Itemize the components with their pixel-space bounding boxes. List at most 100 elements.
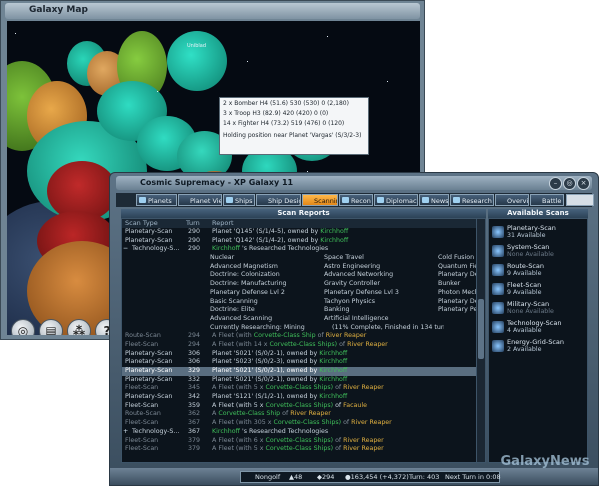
tab-planet-view[interactable]: Planet View bbox=[178, 194, 222, 206]
table-row[interactable]: + Technology-S... 367 Kirchhoff 's Research… bbox=[122, 428, 477, 437]
star bbox=[387, 81, 388, 82]
scan-option[interactable]: Energy-Grid-Scan 2 Available bbox=[491, 337, 585, 357]
scan-name: Military-Scan bbox=[507, 300, 550, 308]
scan-report: A Fleet (with 5 x Corvette-Class Ships) … bbox=[212, 401, 368, 409]
scan-type: Fleet-Scan bbox=[125, 340, 159, 348]
tab-ships[interactable]: Ships bbox=[223, 194, 255, 206]
tech-tree-row[interactable]: Basic Scanning Tachyon Physics Planetary D… bbox=[122, 298, 477, 307]
tech-tree-row[interactable]: Advanced Magnetism Astro Engineering Quant… bbox=[122, 263, 477, 272]
scan-availability: None Available bbox=[507, 251, 554, 258]
tech-tree-row[interactable]: Advanced Scanning Artificial Intelligence bbox=[122, 315, 477, 324]
tech-tree-row[interactable]: Currently Researching: Mining (11% Comple… bbox=[122, 324, 477, 333]
scan-name: Planetary-Scan bbox=[507, 224, 556, 232]
tech-name: Planetary De bbox=[438, 271, 476, 279]
table-row[interactable]: Fleet-Scan 379 A Fleet (with 6 x Corvette-… bbox=[122, 437, 477, 446]
tech-tree-row[interactable]: Doctrine: Manufacturing Gravity Controlle… bbox=[122, 280, 477, 289]
table-row[interactable]: Planetary-Scan 342 Planet 'S121' (S/1/2-1)… bbox=[122, 393, 477, 402]
expand-toggle[interactable]: − bbox=[123, 245, 128, 254]
expand-toggle[interactable]: + bbox=[123, 428, 128, 437]
scan-turn: 290 bbox=[188, 228, 201, 235]
scan-icon bbox=[492, 340, 504, 352]
table-row[interactable]: − Technology-S... 290 Kirchhoff 's Research… bbox=[122, 245, 477, 254]
scan-option[interactable]: Planetary-Scan 31 Available bbox=[491, 223, 585, 243]
scan-report: A Fleet (with 305 x Corvette-Class Ships… bbox=[212, 419, 392, 427]
tab-battle-calc[interactable]: Battle Calc bbox=[530, 194, 564, 206]
tab-overview[interactable]: Overview bbox=[495, 194, 529, 206]
tab-scanning[interactable]: Scanning bbox=[302, 194, 338, 206]
tab-ship-design[interactable]: Ship Design bbox=[256, 194, 301, 206]
table-row[interactable]: Planetary-Scan 290 Planet 'Q142' (S/1/4-2)… bbox=[122, 237, 477, 246]
table-row[interactable]: Planetary-Scan 306 Planet 'S023' (S/0/2-3)… bbox=[122, 358, 477, 367]
table-row[interactable]: Route-Scan 362 A Corvette-Class Ship of Ri… bbox=[122, 410, 477, 419]
close-button[interactable]: × bbox=[577, 177, 590, 190]
watermark-logo: GalaxyNews bbox=[500, 454, 590, 469]
scan-option[interactable]: Military-Scan None Available bbox=[491, 299, 585, 319]
table-row[interactable]: Fleet-Scan 294 A Fleet (with 14 x Corvette… bbox=[122, 341, 477, 350]
table-row[interactable]: Planetary-Scan 329 Planet 'S021' (S/0/2-1)… bbox=[122, 367, 477, 376]
tech-name: Quantum Fie bbox=[438, 262, 476, 270]
scan-icon bbox=[492, 302, 504, 314]
tab-research[interactable]: Research bbox=[450, 194, 494, 206]
scan-turn: 367 bbox=[188, 427, 201, 435]
scan-type: Planetary-Scan bbox=[125, 358, 173, 366]
tech-name: Currently Researching: Mining bbox=[210, 323, 305, 331]
tech-tree-row[interactable]: Doctrine: Colonization Advanced Networkin… bbox=[122, 271, 477, 280]
scan-type: Fleet-Scan bbox=[125, 419, 159, 427]
tooltip-row: 3 x Troop H3 (82.9) 420 (420) 0 (0) bbox=[223, 110, 329, 117]
search-input[interactable] bbox=[566, 194, 594, 206]
scan-option[interactable]: Fleet-Scan 9 Available bbox=[491, 280, 585, 300]
scan-type: Route-Scan bbox=[125, 410, 161, 418]
scan-icon bbox=[492, 264, 504, 276]
reports-scrollbar[interactable] bbox=[476, 219, 485, 462]
scan-report: Kirchhoff 's Researched Technologies bbox=[212, 245, 329, 253]
fleet-count: ◆ 294 bbox=[317, 473, 335, 481]
scan-turn: 294 bbox=[188, 340, 201, 348]
table-row[interactable]: Planetary-Scan 290 Planet 'Q145' (S/1/4-5)… bbox=[122, 228, 477, 237]
available-scans-panel: Planetary-Scan 31 Available System-Scan Non… bbox=[488, 218, 588, 463]
scan-option[interactable]: System-Scan None Available bbox=[491, 242, 585, 262]
player-name: Nongolf bbox=[255, 473, 281, 481]
scroll-thumb[interactable] bbox=[478, 299, 484, 359]
tooltip-row: 14 x Fighter H4 (73.2) 519 (476) 0 (120) bbox=[223, 120, 345, 127]
scan-availability: 31 Available bbox=[507, 232, 546, 239]
cs-titlebar[interactable]: Cosmic Supremacy - XP Galaxy 11 – ◎ × bbox=[116, 176, 592, 190]
table-row[interactable]: Fleet-Scan 345 A Fleet (with 5 x Corvette-… bbox=[122, 384, 477, 393]
minimize-button[interactable]: – bbox=[549, 177, 562, 190]
scan-option[interactable]: Technology-Scan 4 Available bbox=[491, 318, 585, 338]
tab-diplomacy[interactable]: Diplomacy bbox=[374, 194, 418, 206]
recon-icon bbox=[342, 197, 349, 203]
table-row[interactable]: Planetary-Scan 332 Planet 'S021' (S/0/2-1)… bbox=[122, 376, 477, 385]
tech-tree-row[interactable]: Doctrine: Elite Banking Planetary Per bbox=[122, 306, 477, 315]
restore-button[interactable]: ◎ bbox=[563, 177, 576, 190]
table-row[interactable]: Fleet-Scan 379 A Fleet (with 5 x Corvette-… bbox=[122, 445, 477, 454]
ship-count: ▲ 48 bbox=[289, 473, 303, 481]
scan-turn: 359 bbox=[188, 401, 201, 409]
turn-number: Turn: 403 bbox=[409, 473, 440, 481]
news-icon bbox=[422, 197, 429, 203]
column-report[interactable]: Report bbox=[212, 219, 234, 228]
tech-name: Photon Mech bbox=[438, 288, 476, 296]
tech-name: Doctrine: Elite bbox=[210, 306, 255, 314]
scan-report: Planet 'S021' (S/0/2-1), owned by Kirchh… bbox=[212, 367, 348, 374]
galaxy-map-titlebar[interactable]: Galaxy Map bbox=[5, 3, 420, 19]
column-turn[interactable]: Turn bbox=[186, 219, 200, 228]
planet-sphere[interactable] bbox=[167, 31, 227, 91]
tab-recon[interactable]: Recon bbox=[339, 194, 373, 206]
scan-report: Planet 'Q145' (S/1/4-5), owned by Kirchh… bbox=[212, 228, 349, 235]
table-row[interactable]: Fleet-Scan 367 A Fleet (with 305 x Corvett… bbox=[122, 419, 477, 428]
scan-option[interactable]: Route-Scan 9 Available bbox=[491, 261, 585, 281]
tab-news[interactable]: News bbox=[419, 194, 449, 206]
tab-planets[interactable]: Planets bbox=[136, 194, 177, 206]
star bbox=[327, 36, 328, 37]
table-row[interactable]: Planetary-Scan 306 Planet 'S021' (S/0/2-1)… bbox=[122, 350, 477, 359]
table-row[interactable]: Fleet-Scan 359 A Fleet (with 5 x Corvette-… bbox=[122, 402, 477, 411]
tech-tree-row[interactable]: Nuclear Space Travel Cold Fusion bbox=[122, 254, 477, 263]
star bbox=[247, 61, 248, 62]
scan-report: A Fleet (with 14 x Corvette-Class Ships)… bbox=[212, 340, 388, 348]
column-scan-type[interactable]: Scan Type bbox=[125, 219, 158, 228]
scan-availability: 2 Available bbox=[507, 346, 542, 353]
tech-name: Doctrine: Colonization bbox=[210, 271, 280, 279]
scan-turn: 379 bbox=[188, 445, 201, 453]
tech-tree-row[interactable]: Planetary Defense Lvl 2 Planetary Defense… bbox=[122, 289, 477, 298]
table-row[interactable]: Route-Scan 294 A Fleet (with Corvette-Clas… bbox=[122, 332, 477, 341]
